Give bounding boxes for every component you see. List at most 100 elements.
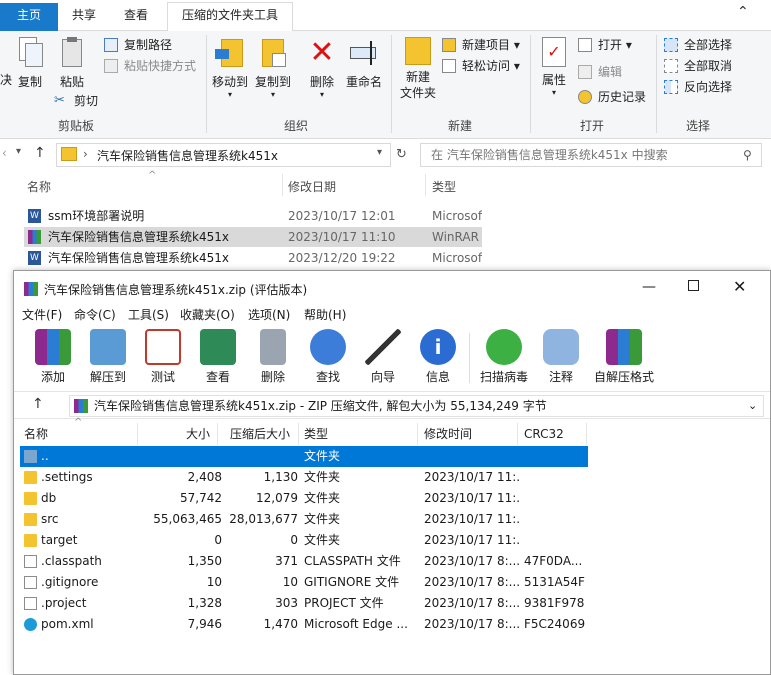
list-item[interactable]: W ssm环境部署说明 2023/10/17 12:01 Microsoft xyxy=(24,206,482,226)
delete-button[interactable]: ✕ 删除 ▾ xyxy=(306,37,338,100)
tab-view[interactable]: 查看 xyxy=(114,3,158,30)
cell-modified: 2023/10/17 11:... xyxy=(424,533,520,547)
column-crc32[interactable]: CRC32 xyxy=(524,423,564,445)
copy-to-button[interactable]: 复制到 ▾ xyxy=(253,37,293,99)
search-input[interactable]: 在 汽车保险销售信息管理系统k451x 中搜索 ⚲ xyxy=(420,143,762,167)
cell-packed: 303 xyxy=(275,596,298,610)
ribbon-divider xyxy=(206,35,207,133)
invert-selection-button[interactable]: 反向选择 xyxy=(664,77,732,97)
cell-type: Microsoft Edge ... xyxy=(304,617,408,631)
dropdown-chevron-icon[interactable]: ⌄ xyxy=(748,396,757,416)
tab-share[interactable]: 共享 xyxy=(62,3,106,30)
table-row[interactable]: .. 文件夹 xyxy=(20,446,588,467)
extract-to-button[interactable]: 解压到 xyxy=(80,329,136,385)
folder-icon xyxy=(24,513,37,526)
toolbar-divider xyxy=(469,333,470,383)
cell-packed: 28,013,677 xyxy=(229,512,298,526)
winrar-path-input[interactable]: 汽车保险销售信息管理系统k451x.zip - ZIP 压缩文件, 解包大小为 … xyxy=(69,395,764,417)
back-arrow-icon[interactable]: ‹ xyxy=(2,146,7,160)
info-button[interactable]: i 信息 xyxy=(410,329,466,385)
tab-compressed-folder-tools[interactable]: 压缩的文件夹工具 xyxy=(167,2,293,31)
extract-to-label: 解压到 xyxy=(89,370,126,384)
menu-help[interactable]: 帮助(H) xyxy=(304,306,346,323)
cell-type: GITIGNORE 文件 xyxy=(304,575,400,589)
refresh-icon[interactable]: ↻ xyxy=(396,147,407,162)
maximize-icon[interactable] xyxy=(688,280,699,291)
minimize-icon[interactable]: — xyxy=(642,279,656,295)
cell-modified: 2023/10/17 8:... xyxy=(424,617,520,631)
explorer-file-list: ^ 名称 修改日期 类型 W ssm环境部署说明 2023/10/17 12:0… xyxy=(0,170,771,270)
edit-button[interactable]: 编辑 xyxy=(578,62,622,82)
sort-caret-icon: ^ xyxy=(148,170,157,181)
winrar-delete-button[interactable]: 删除 xyxy=(245,329,301,385)
copy-to-label: 复制到 xyxy=(254,75,291,89)
column-name[interactable]: 名称 xyxy=(27,178,51,195)
address-input[interactable]: › 汽车保险销售信息管理系统k451x ▾ xyxy=(56,143,391,167)
move-to-button[interactable]: 移动到 ▾ xyxy=(210,37,250,99)
copy-button[interactable]: 复制 xyxy=(14,37,46,90)
wizard-button[interactable]: 向导 xyxy=(355,329,411,385)
easy-access-button[interactable]: 轻松访问 ▾ xyxy=(442,56,520,76)
table-row[interactable]: .classpath 1,350 371 CLASSPATH 文件 2023/10/17… xyxy=(20,551,588,572)
column-size[interactable]: 大小 xyxy=(186,423,210,445)
history-button[interactable]: 历史记录 xyxy=(578,87,646,107)
column-type[interactable]: 类型 xyxy=(432,178,456,195)
column-name[interactable]: 名称 xyxy=(24,423,48,445)
sfx-icon xyxy=(606,329,642,365)
new-item-button[interactable]: 新建项目 ▾ xyxy=(442,35,520,55)
find-button[interactable]: 查找 xyxy=(300,329,356,385)
menu-commands[interactable]: 命令(C) xyxy=(74,306,116,323)
column-divider xyxy=(217,423,218,445)
dropdown-chevron-icon[interactable]: ▾ xyxy=(377,147,382,158)
add-button[interactable]: 添加 xyxy=(25,329,81,385)
easy-access-icon xyxy=(442,59,456,73)
column-type[interactable]: 类型 xyxy=(304,423,328,445)
list-item[interactable]: 汽车保险销售信息管理系统k451x 2023/10/17 11:10 WinRA… xyxy=(24,227,482,247)
table-row[interactable]: src 55,063,465 28,013,677 文件夹 2023/10/17 11:… xyxy=(20,509,588,530)
open-group-label: 打开 xyxy=(579,119,604,133)
table-row[interactable]: db 57,742 12,079 文件夹 2023/10/17 11:... xyxy=(20,488,588,509)
up-arrow-icon[interactable]: ↑ xyxy=(32,396,44,412)
menu-file[interactable]: 文件(F) xyxy=(22,306,62,323)
table-row[interactable]: .gitignore 10 10 GITIGNORE 文件 2023/10/17 8:.… xyxy=(20,572,588,593)
paste-shortcut-button[interactable]: 粘贴快捷方式 xyxy=(104,56,196,76)
copy-path-button[interactable]: 复制路径 xyxy=(104,35,172,55)
column-packed[interactable]: 压缩后大小 xyxy=(230,423,290,445)
cell-name: target xyxy=(41,533,78,547)
menu-options[interactable]: 选项(N) xyxy=(248,306,290,323)
menu-favorites[interactable]: 收藏夹(O) xyxy=(180,306,235,323)
sfx-button[interactable]: 自解压格式 xyxy=(590,329,658,385)
cell-packed: 10 xyxy=(282,575,298,589)
column-modified[interactable]: 修改时间 xyxy=(424,423,472,445)
edit-label: 编辑 xyxy=(598,65,623,79)
close-icon[interactable]: ✕ xyxy=(733,277,746,296)
table-row[interactable]: .settings 2,408 1,130 文件夹 2023/10/17 11:... xyxy=(20,467,588,488)
tab-home[interactable]: 主页 xyxy=(0,3,58,31)
select-all-button[interactable]: 全部选择 xyxy=(664,35,732,55)
table-row[interactable]: .project 1,328 303 PROJECT 文件 2023/10/17 8:.… xyxy=(20,593,588,614)
table-row[interactable]: target 0 0 文件夹 2023/10/17 11:... xyxy=(20,530,588,551)
comment-button[interactable]: 注释 xyxy=(533,329,589,385)
cell-modified: 2023/10/17 8:... xyxy=(424,596,520,610)
cell-packed: 371 xyxy=(275,554,298,568)
test-button[interactable]: 测试 xyxy=(135,329,191,385)
scan-virus-button[interactable]: 扫描病毒 xyxy=(474,329,534,385)
cut-button[interactable]: ✂ 剪切 xyxy=(54,91,98,111)
properties-button[interactable]: ✓ 属性 ▾ xyxy=(536,37,572,97)
open-button[interactable]: 打开 ▾ xyxy=(578,35,632,55)
winrar-menu-bar: 文件(F) 命令(C) 工具(S) 收藏夹(O) 选项(N) 帮助(H) xyxy=(14,305,770,325)
column-modified[interactable]: 修改日期 xyxy=(288,178,336,195)
menu-tools[interactable]: 工具(S) xyxy=(128,306,169,323)
up-arrow-icon[interactable]: ↑ xyxy=(34,145,46,161)
paste-button[interactable]: 粘贴 xyxy=(56,37,88,90)
new-folder-button[interactable]: 新建 文件夹 xyxy=(396,37,440,101)
rename-button[interactable]: 重命名 xyxy=(344,37,384,90)
find-label: 查找 xyxy=(315,370,340,384)
list-item[interactable]: W 汽车保险销售信息管理系统k451x 2023/12/20 19:22 Mic… xyxy=(24,248,482,268)
table-row[interactable]: pom.xml 7,946 1,470 Microsoft Edge ... 2023/… xyxy=(20,614,588,635)
collapse-ribbon-icon[interactable]: ⌃ xyxy=(737,4,749,20)
extract-icon xyxy=(90,329,126,365)
select-none-button[interactable]: 全部取消 xyxy=(664,56,732,76)
recent-chevron-icon[interactable]: ▾ xyxy=(16,146,21,157)
view-button[interactable]: 查看 xyxy=(190,329,246,385)
